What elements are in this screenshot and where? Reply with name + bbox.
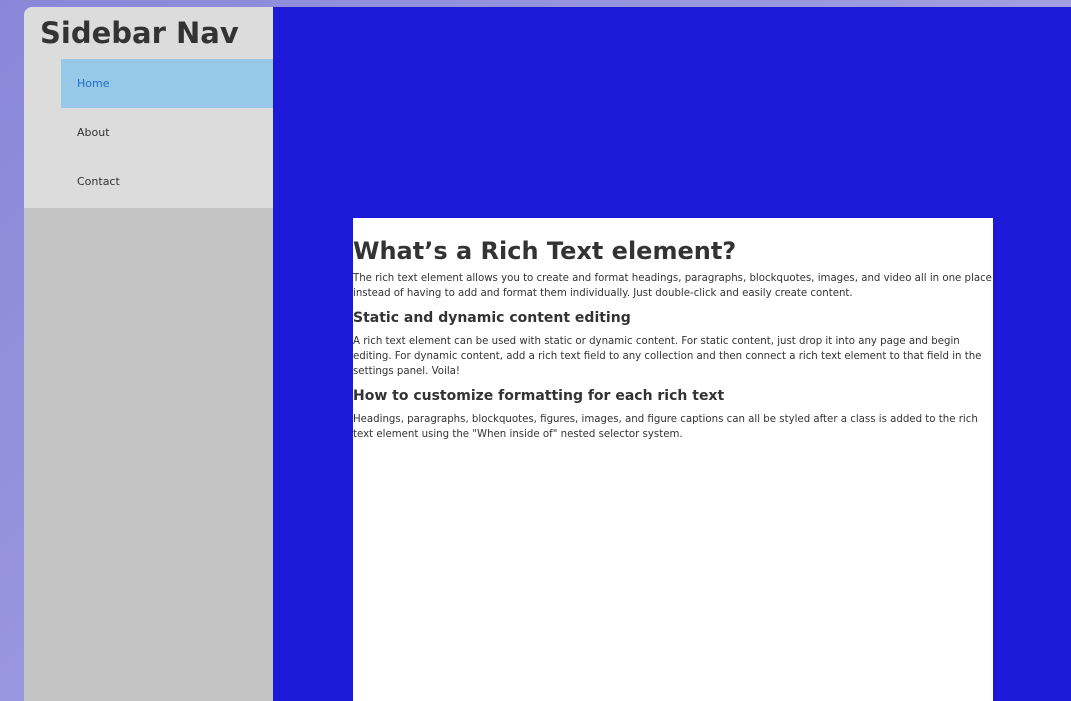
section-body-static-dynamic: A rich text element can be used with sta… [353,336,982,377]
sidebar-item-contact[interactable]: Contact [61,157,273,206]
app-window: Sidebar Nav Home About Contact What’s a … [24,7,1071,701]
rich-text-heading: What’s a Rich Text element? [353,237,737,265]
rich-text-intro: The rich text element allows you to crea… [353,273,992,299]
brand-title[interactable]: Sidebar Nav [24,7,273,59]
section-heading-formatting: How to customize formatting for each ric… [353,388,725,404]
sidebar-item-about[interactable]: About [61,108,273,157]
section-body-formatting: Headings, paragraphs, blockquotes, figur… [353,414,978,440]
sidebar: Sidebar Nav Home About Contact [24,7,273,701]
section-heading-static-dynamic: Static and dynamic content editing [353,310,631,326]
sidebar-header-panel: Sidebar Nav Home About Contact [24,7,273,208]
sidebar-item-home[interactable]: Home [61,59,273,108]
main-area: What’s a Rich Text element? The rich tex… [273,7,1071,701]
sidebar-nav: Home About Contact [24,59,273,206]
rich-text-card: What’s a Rich Text element? The rich tex… [353,218,993,701]
